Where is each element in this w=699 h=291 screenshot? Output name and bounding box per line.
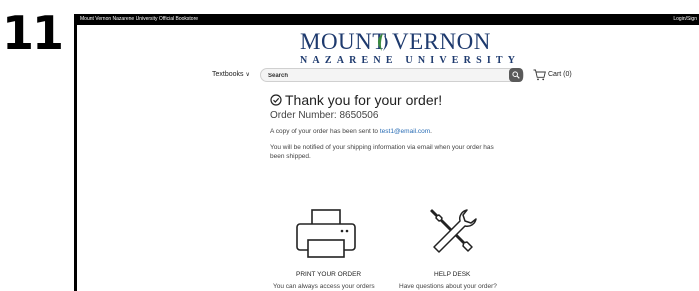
printer-icon[interactable] <box>294 209 358 259</box>
top-bar: Mount Vernon Nazarene University Officia… <box>74 14 699 25</box>
copy-sent-prefix: A copy of your order has been sent to <box>270 128 380 135</box>
cart-label: Cart (0) <box>548 71 572 78</box>
leaf-flame-icon <box>377 33 388 51</box>
email-link[interactable]: test1@email.com <box>380 128 430 135</box>
help-desk-label[interactable]: HELP DESK <box>434 270 470 279</box>
print-order-label[interactable]: PRINT YOUR ORDER <box>296 270 361 279</box>
order-number: Order Number: 8650506 <box>270 110 379 121</box>
login-link[interactable]: Login/Sign <box>673 14 697 25</box>
chevron-down-icon: ∨ <box>245 72 250 78</box>
search-icon <box>512 71 520 79</box>
logo-subtitle: NAZARENE UNIVERSITY <box>300 55 521 66</box>
textbooks-menu[interactable]: Textbooks ∨ <box>212 70 250 80</box>
tools-icon[interactable] <box>426 207 478 259</box>
textbooks-label: Textbooks <box>212 71 244 78</box>
logo-wordmark: MOUNT VERNON <box>298 30 490 54</box>
thank-you-title: Thank you for your order! <box>285 92 443 108</box>
step-number: 11 <box>2 6 64 60</box>
check-circle-icon <box>270 94 282 106</box>
print-order-subtext: You can always access your orders <box>273 283 375 290</box>
search-button[interactable] <box>509 68 523 82</box>
search-bar <box>260 68 524 82</box>
window-frame-edge <box>74 14 77 291</box>
search-input[interactable] <box>268 70 508 81</box>
help-desk-subtext: Have questions about your order? <box>399 283 497 290</box>
shipping-note: You will be notified of your shipping in… <box>270 144 494 160</box>
copy-sent-text: A copy of your order has been sent to te… <box>270 127 432 136</box>
logo-word-vernon: VERNON <box>392 29 491 54</box>
cart-icon <box>533 69 546 81</box>
store-name: Mount Vernon Nazarene University Officia… <box>80 16 199 22</box>
university-logo[interactable]: MOUNT VERNON NAZARENE UNIVERSITY <box>298 30 521 67</box>
copy-sent-suffix: . <box>430 128 432 135</box>
